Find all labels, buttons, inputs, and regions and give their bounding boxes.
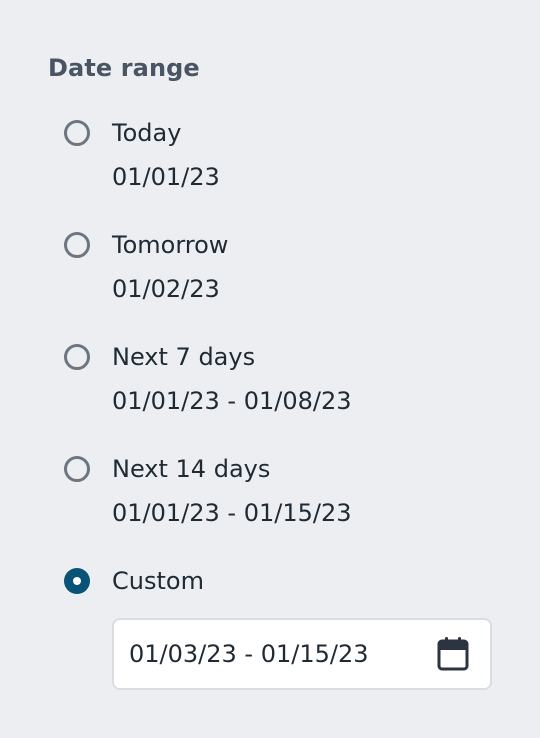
option-label-next-7-days: Next 7 days: [112, 343, 256, 371]
radio-next-7-days[interactable]: [64, 344, 90, 370]
option-label-today: Today: [112, 119, 182, 147]
option-label-tomorrow: Tomorrow: [112, 231, 229, 259]
option-range-next-14-days: 01/01/23 - 01/15/23: [112, 499, 352, 527]
custom-date-range-value[interactable]: 01/03/23 - 01/15/23: [129, 639, 369, 669]
option-label-custom: Custom: [112, 567, 204, 595]
radio-custom[interactable]: [64, 568, 90, 594]
option-range-today: 01/01/23: [112, 163, 220, 191]
radio-tomorrow[interactable]: [64, 232, 90, 258]
option-label-next-14-days: Next 14 days: [112, 455, 271, 483]
calendar-icon[interactable]: [436, 636, 470, 672]
date-range-heading: Date range: [48, 54, 200, 82]
radio-today[interactable]: [64, 120, 90, 146]
custom-date-range-input[interactable]: 01/03/23 - 01/15/23: [112, 618, 492, 690]
option-range-tomorrow: 01/02/23: [112, 275, 220, 303]
radio-next-14-days[interactable]: [64, 456, 90, 482]
option-range-next-7-days: 01/01/23 - 01/08/23: [112, 387, 352, 415]
